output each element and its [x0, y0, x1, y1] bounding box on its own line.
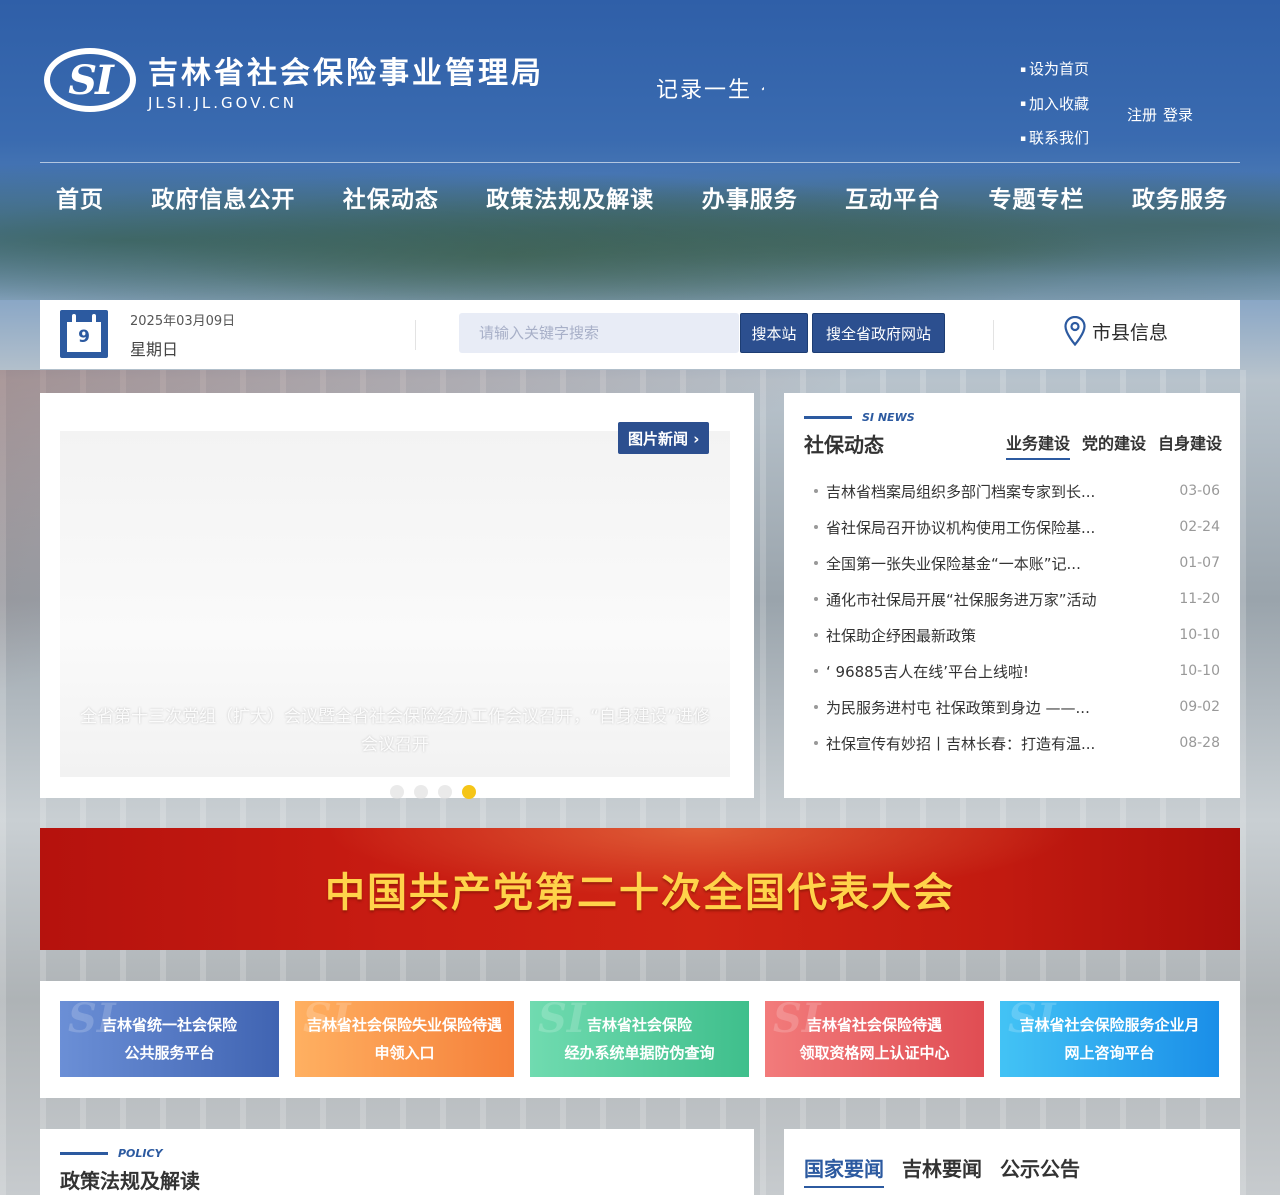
news-date: 08-28	[1179, 735, 1220, 751]
service-cards: SI 吉林省统一社会保险 公共服务平台 SI 吉林省社会保险失业保险待遇 申领入口 …	[40, 981, 1240, 1098]
card-enterprise-consulting[interactable]: SI 吉林省社会保险服务企业月 网上咨询平台	[1000, 1001, 1219, 1077]
tab-business[interactable]: 业务建设	[1005, 430, 1070, 460]
news-date: 11-20	[1179, 591, 1220, 607]
slider-dots	[390, 785, 476, 799]
list-item[interactable]: 为民服务进村屯 社保政策到身边 ——... 09-02	[812, 689, 1220, 725]
list-item[interactable]: 全国第一张失业保险基金“一本账”记... 01-07	[812, 545, 1220, 581]
slider-dot-active[interactable]	[462, 785, 476, 799]
news-date: 10-10	[1179, 663, 1220, 679]
news-tabs: 国家要闻 吉林要闻 公示公告	[804, 1153, 1080, 1188]
org-name: 吉林省社会保险事业管理局	[148, 56, 544, 91]
photo-news-tag[interactable]: 图片新闻 ›	[618, 422, 710, 454]
news-title[interactable]: 为民服务进村屯 社保政策到身边 ——...	[812, 697, 1090, 718]
list-item[interactable]: 吉林省档案局组织多部门档案专家到长... 03-06	[812, 473, 1220, 509]
slider-dot[interactable]	[438, 785, 452, 799]
add-favorite-link[interactable]: 加入收藏	[1020, 87, 1089, 122]
search-site-button[interactable]: 搜本站	[740, 313, 808, 353]
card-eligibility-certification[interactable]: SI 吉林省社会保险待遇 领取资格网上认证中心	[765, 1001, 984, 1077]
contact-us-link[interactable]: 联系我们	[1020, 121, 1089, 156]
divider	[993, 320, 994, 350]
news-tabs-panel: 国家要闻 吉林要闻 公示公告	[784, 1129, 1240, 1195]
nav-gov-info[interactable]: 政府信息公开	[151, 180, 295, 214]
set-homepage-link[interactable]: 设为首页	[1020, 52, 1089, 87]
policy-en-label: POLICY	[118, 1147, 163, 1160]
slogan-text: 记录一生 亻	[656, 78, 764, 103]
register-link[interactable]: 注册	[1127, 106, 1157, 124]
news-title[interactable]: 省社保局召开协议机构使用工伤保险基...	[812, 517, 1095, 538]
divider	[415, 320, 416, 350]
photo-news-panel: 全省第十三次党组（扩大）会议暨全省社会保险经办工作会议召开，“自身建设”进修会议…	[40, 393, 754, 799]
news-title[interactable]: 吉林省档案局组织多部门档案专家到长...	[812, 481, 1095, 502]
nav-si-news[interactable]: 社保动态	[343, 180, 439, 214]
tab-national-news[interactable]: 国家要闻	[804, 1153, 884, 1188]
slider-dot[interactable]	[414, 785, 428, 799]
list-item[interactable]: 社保助企纾困最新政策 10-10	[812, 617, 1220, 653]
nav-policy[interactable]: 政策法规及解读	[486, 180, 654, 214]
banner-text: 中国共产党第二十次全国代表大会	[325, 870, 955, 916]
news-date: 10-10	[1179, 627, 1220, 643]
si-news-panel: SI NEWS 社保动态 业务建设 党的建设 自身建设 吉林省档案局组织多部门档…	[784, 393, 1240, 798]
policy-title: 政策法规及解读	[60, 1169, 200, 1193]
nav-gov-services[interactable]: 政务服务	[1132, 180, 1228, 214]
nav-interaction[interactable]: 互动平台	[845, 180, 941, 214]
news-title[interactable]: 社保助企纾困最新政策	[812, 625, 976, 646]
si-news-title: 社保动态	[804, 433, 884, 457]
photo-news-slide[interactable]: 全省第十三次党组（扩大）会议暨全省社会保险经办工作会议召开，“自身建设”进修会议…	[60, 431, 730, 799]
main-nav: 首页 政府信息公开 社保动态 政策法规及解读 办事服务 互动平台 专题专栏 政务…	[40, 180, 1240, 214]
card-anti-counterfeit-query[interactable]: SI 吉林省社会保险 经办系统单据防伪查询	[530, 1001, 749, 1077]
login-link[interactable]: 登录	[1163, 106, 1193, 124]
current-date: 2025年03月09日	[130, 314, 236, 329]
list-item[interactable]: 省社保局召开协议机构使用工伤保险基... 02-24	[812, 509, 1220, 545]
city-info-link[interactable]: 市县信息	[1064, 316, 1168, 346]
slider-dot[interactable]	[390, 785, 404, 799]
tab-announcements[interactable]: 公示公告	[1000, 1153, 1080, 1188]
si-news-list: 吉林省档案局组织多部门档案专家到长... 03-06 省社保局召开协议机构使用工伤…	[812, 473, 1220, 761]
si-news-tabs: 业务建设 党的建设 自身建设	[1005, 430, 1222, 460]
tab-party[interactable]: 党的建设	[1082, 430, 1146, 460]
news-title[interactable]: ‘ 96885吉人在线’平台上线啦!	[812, 661, 1029, 682]
list-item[interactable]: 通化市社保局开展“社保服务进万家”活动 11-20	[812, 581, 1220, 617]
card-public-service-platform[interactable]: SI 吉林省统一社会保险 公共服务平台	[60, 1001, 279, 1077]
header-divider	[40, 162, 1240, 163]
section-accent	[804, 416, 852, 419]
nav-services[interactable]: 办事服务	[702, 180, 798, 214]
location-pin-icon	[1064, 316, 1086, 346]
news-title[interactable]: 社保宣传有妙招丨吉林长春：打造有温...	[812, 733, 1095, 754]
site-logo[interactable]: SI 吉林省社会保险事业管理局 JLSI.JL.GOV.CN	[44, 48, 544, 112]
tab-jilin-news[interactable]: 吉林要闻	[902, 1153, 982, 1188]
news-date: 02-24	[1179, 519, 1220, 535]
news-date: 03-06	[1179, 483, 1220, 499]
calendar-icon: 9	[60, 310, 108, 358]
si-news-en-label: SI NEWS	[862, 411, 915, 424]
info-bar: 9 2025年03月09日 星期日 搜本站 搜全省政府网站 市县信息	[40, 300, 1240, 369]
nav-home[interactable]: 首页	[56, 180, 104, 214]
card-unemployment-benefit[interactable]: SI 吉林省社会保险失业保险待遇 申领入口	[295, 1001, 514, 1077]
quick-links: 设为首页 加入收藏 联系我们	[1020, 52, 1089, 156]
news-date: 01-07	[1179, 555, 1220, 571]
list-item[interactable]: 社保宣传有妙招丨吉林长春：打造有温... 08-28	[812, 725, 1220, 761]
background-forest	[0, 150, 1280, 300]
org-domain: JLSI.JL.GOV.CN	[148, 94, 297, 112]
news-title[interactable]: 全国第一张失业保险基金“一本账”记...	[812, 553, 1081, 574]
si-logo-icon: SI	[44, 48, 136, 112]
congress-banner[interactable]: 中国共产党第二十次全国代表大会	[40, 828, 1240, 950]
news-title[interactable]: 通化市社保局开展“社保服务进万家”活动	[812, 589, 1097, 610]
section-accent	[60, 1152, 108, 1155]
policy-panel: POLICY 政策法规及解读	[40, 1129, 754, 1195]
search-province-button[interactable]: 搜全省政府网站	[812, 313, 945, 353]
news-date: 09-02	[1179, 699, 1220, 715]
nav-topics[interactable]: 专题专栏	[989, 180, 1085, 214]
current-weekday: 星期日	[130, 340, 179, 359]
tab-self[interactable]: 自身建设	[1158, 430, 1222, 460]
auth-links: 注册 登录	[1127, 104, 1199, 125]
photo-caption[interactable]: 全省第十三次党组（扩大）会议暨全省社会保险经办工作会议召开，“自身建设”进修会议…	[80, 703, 710, 759]
city-info-label: 市县信息	[1092, 321, 1169, 344]
list-item[interactable]: ‘ 96885吉人在线’平台上线啦! 10-10	[812, 653, 1220, 689]
search-input[interactable]	[459, 313, 739, 353]
